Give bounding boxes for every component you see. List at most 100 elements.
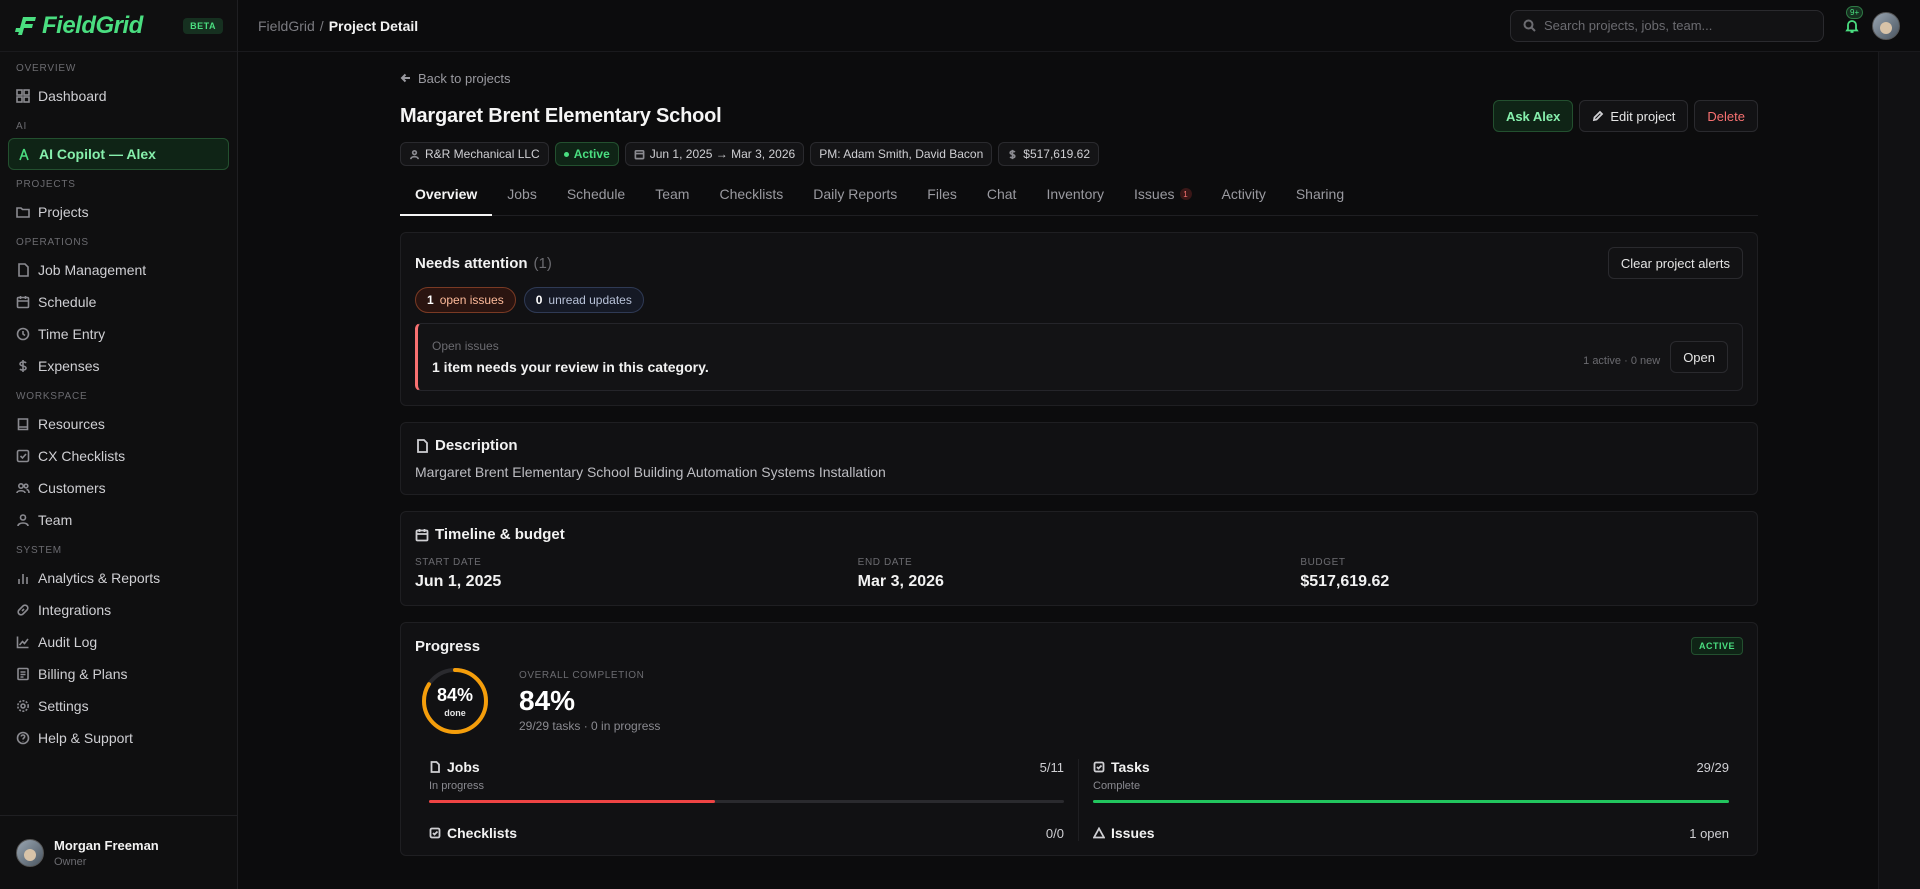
notifications-button[interactable]: 9+ — [1842, 5, 1864, 36]
user-icon — [410, 149, 419, 159]
timeline-header: Timeline & budget — [415, 526, 1743, 543]
tab-activity[interactable]: Activity — [1207, 182, 1281, 216]
logo[interactable]: FieldGrid — [14, 12, 143, 40]
user-avatar-button[interactable] — [1872, 11, 1900, 40]
timeline-title: Timeline & budget — [435, 526, 565, 543]
sidebar-item-label: Help & Support — [38, 730, 133, 746]
description-title: Description — [435, 437, 518, 454]
tab-inventory[interactable]: Inventory — [1031, 182, 1119, 216]
sidebar-item-cx-checklists[interactable]: CX Checklists — [8, 440, 229, 472]
issues-stat-title: Issues — [1111, 825, 1155, 841]
back-to-projects-link[interactable]: Back to projects — [400, 70, 1758, 86]
tab-checklists[interactable]: Checklists — [704, 182, 798, 216]
person-icon — [19, 148, 29, 161]
sidebar-nav: OVERVIEW Dashboard AI AI Copilot — Alex … — [0, 52, 237, 889]
budget-chip: $517,619.62 — [998, 142, 1099, 166]
sidebar-item-billing[interactable]: Billing & Plans — [8, 658, 229, 690]
sidebar-item-label: AI Copilot — Alex — [39, 146, 156, 162]
sidebar-item-label: Team — [38, 512, 73, 528]
attention-title: Needs attention (1) — [415, 255, 552, 272]
tasks-stat-count: 29/29 — [1696, 759, 1729, 775]
sidebar-item-expenses[interactable]: Expenses — [8, 350, 229, 382]
tab-sharing[interactable]: Sharing — [1281, 182, 1359, 216]
sidebar-item-label: Dashboard — [38, 88, 107, 104]
attention-title-text: Needs attention — [415, 254, 528, 272]
progress-stats: Jobs 5/11 In progress Checklists 0/0 Tas… — [415, 759, 1743, 841]
issues-stat-count: 1 open — [1689, 825, 1729, 841]
tasks-stat-title: Tasks — [1111, 759, 1150, 775]
needs-attention-card: Needs attention (1) Clear project alerts… — [400, 232, 1758, 406]
sidebar-item-audit-log[interactable]: Audit Log — [8, 626, 229, 658]
calendar-icon — [634, 149, 645, 159]
jobs-stat-title: Jobs — [447, 759, 480, 775]
sidebar: FieldGrid BETA OVERVIEW Dashboard AI AI … — [0, 0, 238, 889]
budget-value: $517,619.62 — [1023, 147, 1090, 161]
tab-team[interactable]: Team — [640, 182, 704, 216]
sidebar-item-integrations[interactable]: Integrations — [8, 594, 229, 626]
tab-files[interactable]: Files — [912, 182, 972, 216]
avatar — [16, 838, 44, 867]
clear-alerts-button[interactable]: Clear project alerts — [1607, 247, 1743, 279]
project-page: Back to projects Margaret Brent Elementa… — [400, 70, 1758, 856]
open-issues-pill[interactable]: 1 open issues — [415, 287, 516, 313]
issues-tab-badge: 1 — [1179, 188, 1192, 200]
sidebar-item-ai-copilot[interactable]: AI Copilot — Alex — [8, 138, 229, 170]
title-row: Margaret Brent Elementary School Ask Ale… — [400, 100, 1758, 132]
ring-percent: 84% — [436, 684, 474, 705]
sidebar-item-label: CX Checklists — [38, 448, 126, 464]
sidebar-item-customers[interactable]: Customers — [8, 472, 229, 504]
breadcrumb-root[interactable]: FieldGrid — [258, 18, 315, 34]
jobs-stat-count: 5/11 — [1039, 759, 1064, 775]
user-role: Owner — [54, 855, 87, 868]
sidebar-item-label: Customers — [38, 480, 106, 496]
calendar-icon — [415, 528, 429, 541]
dates-chip: Jun 1, 2025 → Mar 3, 2026 — [624, 142, 805, 166]
jobs-stat[interactable]: Jobs 5/11 In progress Checklists 0/0 — [415, 759, 1079, 841]
jobs-stat-header: Jobs 5/11 — [429, 759, 1064, 775]
sidebar-item-label: Resources — [38, 416, 105, 432]
tasks-progress-fill — [1093, 800, 1729, 803]
sidebar-item-team[interactable]: Team — [8, 504, 229, 536]
sidebar-item-schedule[interactable]: Schedule — [8, 286, 229, 318]
sidebar-item-settings[interactable]: Settings — [8, 690, 229, 722]
sidebar-item-resources[interactable]: Resources — [8, 408, 229, 440]
sidebar-item-job-management[interactable]: Job Management — [8, 254, 229, 286]
attention-item-message: 1 item needs your review in this categor… — [432, 359, 709, 375]
breadcrumb-separator: / — [319, 17, 324, 34]
start-date-block: START DATE Jun 1, 2025 — [415, 557, 858, 591]
tab-schedule[interactable]: Schedule — [552, 182, 640, 216]
overall-label: OVERALL COMPLETION — [519, 669, 645, 681]
ask-alex-button[interactable]: Ask Alex — [1492, 100, 1574, 132]
timeline-card: Timeline & budget START DATE Jun 1, 2025… — [400, 511, 1758, 606]
delete-project-button[interactable]: Delete — [1694, 100, 1758, 132]
project-meta: R&R Mechanical LLC Active Jun 1, 2025 → … — [400, 142, 1758, 166]
sidebar-item-help[interactable]: Help & Support — [8, 722, 229, 754]
project-managers: PM: Adam Smith, David Bacon — [819, 147, 984, 161]
unread-updates-pill[interactable]: 0 unread updates — [523, 287, 644, 313]
tab-daily-reports[interactable]: Daily Reports — [798, 182, 912, 216]
search-input[interactable]: Search projects, jobs, team... — [1510, 9, 1824, 42]
timeline-grid: START DATE Jun 1, 2025 END DATE Mar 3, 2… — [415, 557, 1743, 591]
tab-overview[interactable]: Overview — [400, 182, 493, 216]
sidebar-item-time-entry[interactable]: Time Entry — [8, 318, 229, 350]
help-icon — [16, 731, 30, 745]
tasks-stat[interactable]: Tasks 29/29 Complete Issues 1 open — [1079, 759, 1743, 841]
open-button[interactable]: Open — [1670, 341, 1728, 373]
line-chart-icon — [16, 636, 29, 649]
tab-issues[interactable]: Issues 1 — [1119, 182, 1206, 216]
sidebar-user[interactable]: Morgan Freeman Owner — [0, 815, 237, 889]
edit-project-button[interactable]: Edit project — [1579, 100, 1689, 132]
tab-chat[interactable]: Chat — [972, 182, 1032, 216]
checkbox-icon — [16, 449, 30, 463]
description-header: Description — [415, 437, 1743, 454]
tab-jobs[interactable]: Jobs — [492, 182, 552, 216]
nav-section-ai: AI — [16, 121, 28, 132]
sidebar-item-projects[interactable]: Projects — [8, 196, 229, 228]
breadcrumb-current: Project Detail — [328, 17, 419, 34]
content: Back to projects Margaret Brent Elementa… — [238, 52, 1878, 889]
sidebar-item-analytics[interactable]: Analytics & Reports — [8, 562, 229, 594]
tasks-progress-bar — [1093, 800, 1729, 803]
sidebar-item-label: Schedule — [38, 294, 97, 310]
sidebar-item-dashboard[interactable]: Dashboard — [8, 80, 229, 112]
status-badge: Active — [554, 142, 619, 166]
